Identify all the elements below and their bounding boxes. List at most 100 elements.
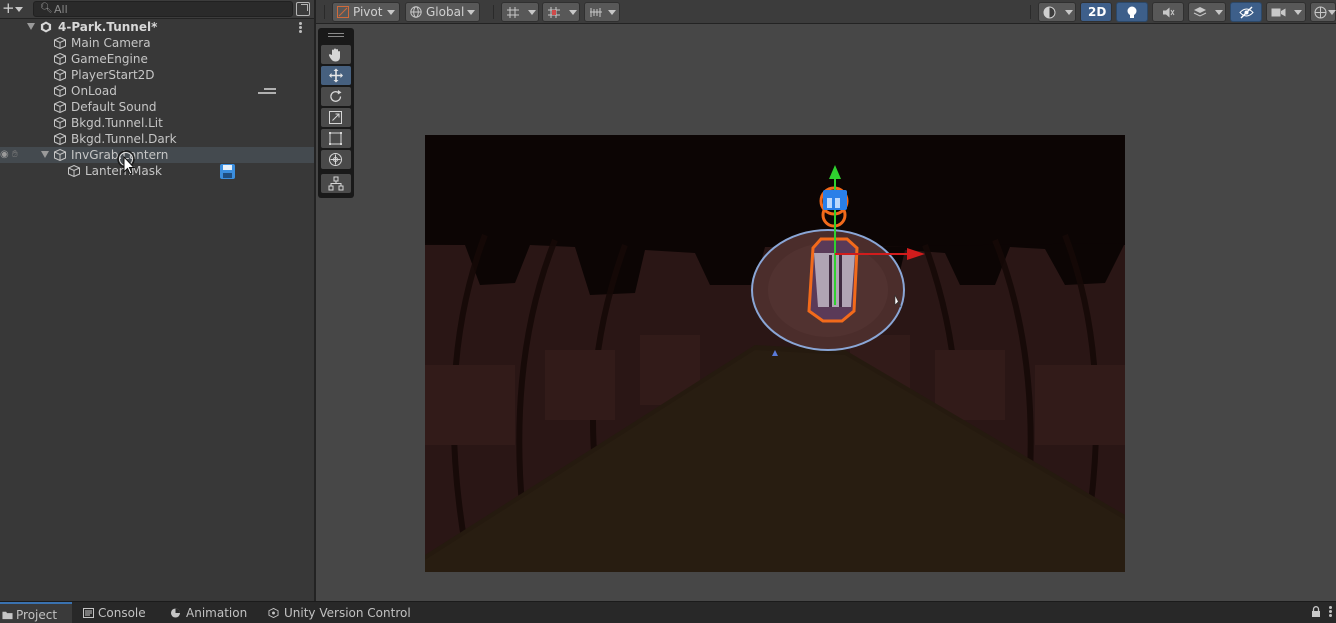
hierarchy-search-input[interactable] bbox=[54, 2, 289, 16]
eye-hidden-icon bbox=[1239, 6, 1254, 19]
pivot-dropdown[interactable]: Pivot bbox=[332, 2, 400, 22]
dropdown-caret-icon bbox=[1215, 10, 1223, 15]
tab-label: Animation bbox=[186, 606, 248, 620]
grid-snap-icon bbox=[507, 7, 519, 18]
hierarchy-item-main-camera[interactable]: Main Camera bbox=[0, 35, 314, 51]
gizmo-globe-icon bbox=[1314, 6, 1327, 19]
hierarchy-item-label: PlayerStart2D bbox=[71, 68, 155, 82]
scene-audio-toggle[interactable] bbox=[1152, 2, 1184, 22]
hierarchy-panel: + 🔍︎ 4-Park.Tunnel* Main Camera GameEngi… bbox=[0, 0, 314, 601]
gameobject-cube-icon bbox=[54, 101, 66, 113]
hierarchy-item-gameengine[interactable]: GameEngine bbox=[0, 51, 314, 67]
dropdown-caret-icon bbox=[467, 10, 475, 15]
hierarchy-item-default-sound[interactable]: Default Sound bbox=[0, 99, 314, 115]
editor-tool-icon bbox=[328, 176, 344, 191]
layers-fx-icon bbox=[1193, 7, 1207, 17]
hierarchy-item-lanternmask[interactable]: LanternMask bbox=[0, 163, 314, 179]
2d-mode-label: 2D bbox=[1088, 5, 1107, 19]
hierarchy-item-label: OnLoad bbox=[71, 84, 117, 98]
tab-unity-version-control[interactable]: Unity Version Control bbox=[265, 602, 415, 623]
scale-tool-button[interactable] bbox=[321, 108, 351, 127]
save-disk-icon[interactable] bbox=[220, 164, 235, 179]
transform-icon bbox=[329, 153, 342, 166]
audio-mute-icon bbox=[1163, 7, 1175, 18]
transform-tool-button[interactable] bbox=[321, 150, 351, 169]
gameobject-cube-icon bbox=[54, 117, 66, 129]
hierarchy-search[interactable]: 🔍︎ bbox=[33, 1, 293, 17]
hand-tool-button[interactable] bbox=[321, 45, 351, 64]
rotate-icon bbox=[330, 90, 342, 102]
create-object-dropdown[interactable]: + bbox=[1, 1, 25, 17]
draw-mode-dropdown[interactable] bbox=[1038, 2, 1076, 22]
align-snap-toggle[interactable] bbox=[584, 2, 620, 22]
animation-icon bbox=[170, 608, 181, 618]
grid-snapping-toggle[interactable] bbox=[501, 2, 539, 22]
hand-icon bbox=[328, 48, 340, 62]
2d-mode-toggle[interactable]: 2D bbox=[1080, 2, 1112, 22]
dropdown-caret-icon bbox=[1294, 10, 1302, 15]
toolbar-separator bbox=[493, 5, 494, 19]
scene-tool-palette bbox=[318, 28, 354, 198]
dropdown-caret-icon bbox=[569, 10, 577, 15]
tab-project[interactable]: Project bbox=[0, 602, 72, 623]
rect-tool-button[interactable] bbox=[321, 129, 351, 148]
tab-console[interactable]: Console bbox=[80, 602, 152, 623]
tunnel-scene-render bbox=[425, 135, 1125, 572]
hierarchy-item-bkgd-tunnel-dark[interactable]: Bkgd.Tunnel.Dark bbox=[0, 131, 314, 147]
dropdown-caret-icon bbox=[1065, 10, 1073, 15]
toolbar-separator bbox=[324, 5, 325, 19]
effects-dropdown[interactable] bbox=[1188, 2, 1226, 22]
pivot-icon bbox=[337, 6, 349, 18]
scene-name: 4-Park.Tunnel* bbox=[58, 20, 158, 34]
palette-grip-handle[interactable] bbox=[328, 33, 344, 37]
tab-label: Console bbox=[98, 606, 146, 620]
hierarchy-toolbar: + 🔍︎ bbox=[0, 0, 314, 19]
gizmos-dropdown[interactable] bbox=[1310, 2, 1336, 22]
scene-lighting-toggle[interactable] bbox=[1116, 2, 1148, 22]
component-badge-icon bbox=[258, 88, 276, 97]
panel-menu-icon[interactable] bbox=[1329, 606, 1333, 618]
toolbar-separator bbox=[1030, 5, 1031, 19]
dropdown-caret-icon bbox=[387, 10, 395, 15]
tab-animation[interactable]: Animation bbox=[167, 602, 253, 623]
scene-kebab-menu-icon[interactable] bbox=[298, 22, 304, 34]
hierarchy-item-playerstart2d[interactable]: PlayerStart2D bbox=[0, 67, 314, 83]
visibility-eye-icon[interactable]: ◉ bbox=[0, 150, 11, 160]
dropdown-caret-icon bbox=[1328, 10, 1336, 15]
tab-label: Unity Version Control bbox=[284, 606, 411, 620]
gameobject-cube-icon bbox=[54, 53, 66, 65]
hierarchy-item-label: Bkgd.Tunnel.Lit bbox=[71, 116, 163, 130]
incremental-snap-toggle[interactable] bbox=[542, 2, 580, 22]
increment-snap-icon bbox=[548, 7, 560, 18]
scene-row[interactable]: 4-Park.Tunnel* bbox=[0, 19, 314, 35]
shading-sphere-icon bbox=[1043, 6, 1056, 19]
pivot-label: Pivot bbox=[353, 5, 383, 19]
unity-scene-icon bbox=[40, 21, 52, 33]
scene-camera-dropdown[interactable] bbox=[1266, 2, 1306, 22]
folder-icon bbox=[2, 611, 13, 620]
scale-icon bbox=[329, 111, 342, 124]
hierarchy-item-label: Default Sound bbox=[71, 100, 157, 114]
hierarchy-item-bkgd-tunnel-lit[interactable]: Bkgd.Tunnel.Lit bbox=[0, 115, 314, 131]
camera-icon bbox=[1271, 8, 1286, 17]
foldout-expanded-icon[interactable] bbox=[27, 23, 35, 30]
scene-toolbar: Pivot Global 2D bbox=[316, 0, 1336, 24]
search-icon: 🔍︎ bbox=[40, 3, 53, 14]
dropdown-caret-icon bbox=[15, 7, 23, 12]
pickability-hand-icon[interactable]: ✋︎ bbox=[12, 150, 23, 160]
tab-label: Project bbox=[16, 608, 58, 622]
move-tool-button[interactable] bbox=[321, 66, 351, 85]
foldout-expanded-icon[interactable] bbox=[41, 151, 49, 158]
gameobject-cube-icon bbox=[54, 133, 66, 145]
rect-transform-icon bbox=[329, 132, 342, 145]
custom-editor-tool-button[interactable] bbox=[321, 174, 351, 193]
hierarchy-item-invgrab-lantern[interactable]: ◉ ✋︎ InvGrab.Lantern bbox=[0, 147, 314, 163]
global-dropdown[interactable]: Global bbox=[405, 2, 480, 22]
rotate-tool-button[interactable] bbox=[321, 87, 351, 106]
plus-icon: + bbox=[2, 0, 15, 17]
lock-icon[interactable] bbox=[1311, 606, 1321, 617]
scene-canvas[interactable] bbox=[425, 135, 1125, 572]
hidden-objects-toggle[interactable] bbox=[1230, 2, 1262, 22]
scene-search-icon[interactable] bbox=[296, 2, 310, 16]
gameobject-cube-icon bbox=[54, 69, 66, 81]
